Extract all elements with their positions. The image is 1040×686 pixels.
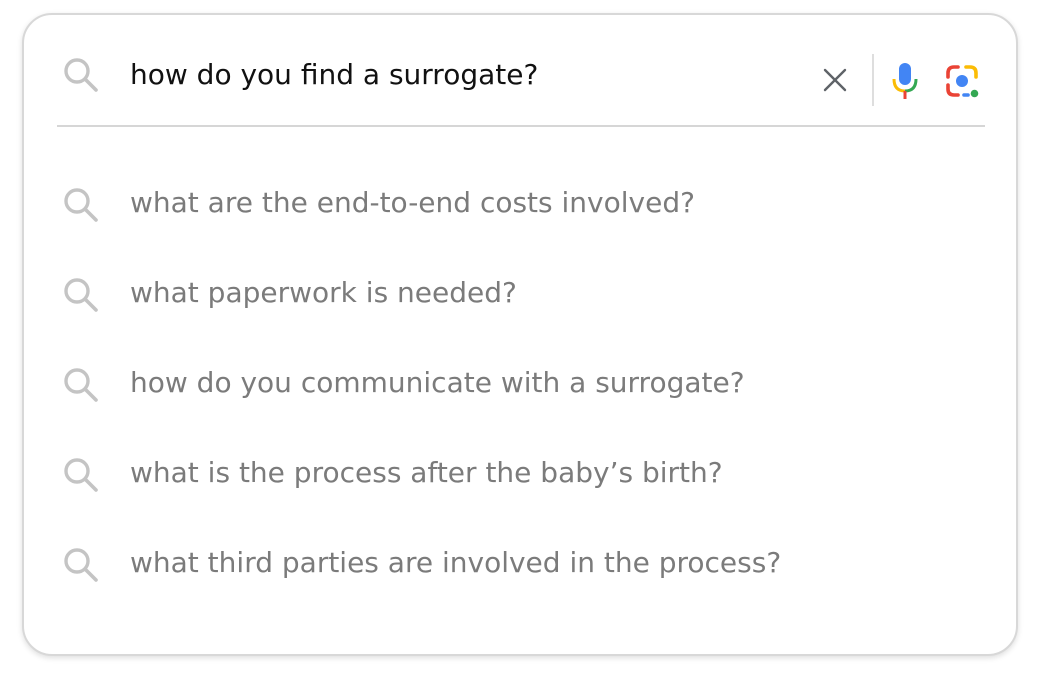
search-bar: how do you find a surrogate?	[24, 15, 1016, 127]
suggestion-list: what are the end-to-end costs involved? …	[24, 165, 1016, 615]
search-input[interactable]: how do you find a surrogate?	[130, 53, 538, 97]
suggestion-text: what is the process after the baby’s bir…	[130, 456, 723, 489]
search-icon	[63, 457, 99, 493]
search-icon	[63, 547, 99, 583]
suggestion-text: how do you communicate with a surrogate?	[130, 366, 745, 399]
suggestion-item[interactable]: what third parties are involved in the p…	[24, 525, 1016, 615]
suggestion-item[interactable]: what is the process after the baby’s bir…	[24, 435, 1016, 525]
suggestion-item[interactable]: what paperwork is needed?	[24, 255, 1016, 345]
search-icon	[63, 57, 99, 93]
suggestion-text: what third parties are involved in the p…	[130, 546, 782, 579]
search-icon	[63, 187, 99, 223]
suggestion-item[interactable]: how do you communicate with a surrogate?	[24, 345, 1016, 435]
search-dropdown: how do you find a surrogate? what are th…	[22, 13, 1018, 656]
suggestion-text: what paperwork is needed?	[130, 276, 517, 309]
search-icon	[63, 367, 99, 403]
close-icon[interactable]	[820, 65, 850, 95]
suggestion-text: what are the end-to-end costs involved?	[130, 186, 695, 219]
vertical-divider	[872, 54, 874, 106]
search-icon	[63, 277, 99, 313]
google-lens-icon[interactable]	[944, 63, 980, 99]
microphone-icon[interactable]	[890, 61, 920, 101]
suggestion-item[interactable]: what are the end-to-end costs involved?	[24, 165, 1016, 255]
horizontal-divider	[57, 125, 985, 127]
